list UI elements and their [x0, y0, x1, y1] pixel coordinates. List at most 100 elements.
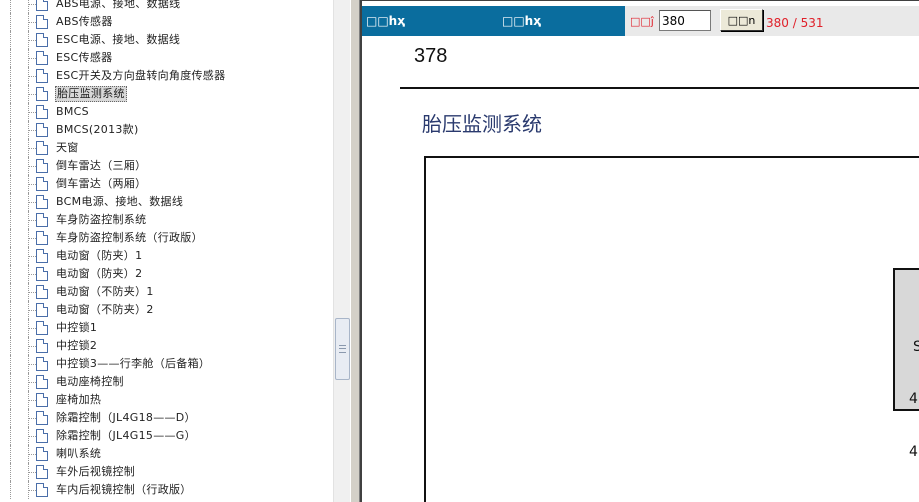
tree-item-label[interactable]: BCM电源、接地、数据线	[56, 195, 183, 209]
tree-item-label[interactable]: 中控锁3——行李舱（后备箱）	[56, 357, 210, 371]
tree-item[interactable]: 中控锁1	[0, 319, 333, 337]
tree-item[interactable]: 电动窗（防夹）2	[0, 265, 333, 283]
tree-connector	[10, 301, 11, 319]
tree-item-label[interactable]: 电动窗（防夹）1	[56, 249, 142, 263]
document-icon	[36, 51, 48, 65]
tree-item[interactable]: 喇叭系统	[0, 445, 333, 463]
tree-connector	[29, 22, 36, 23]
document-tree: ABS电源、接地、数据线 ABS传感器 ESC电源、接地、数据线 ESC传感器 ESC开…	[0, 0, 333, 499]
tree-item[interactable]: ESC开关及方向盘转向角度传感器	[0, 67, 333, 85]
tree-item[interactable]: BMCS	[0, 103, 333, 121]
go-button[interactable]: □□n	[720, 9, 763, 31]
tree-item-label[interactable]: 倒车雷达（两厢）	[56, 177, 146, 191]
tree-item-label[interactable]: 车内后视镜控制（行政版）	[56, 483, 192, 497]
tree-item[interactable]: BCM电源、接地、数据线	[0, 193, 333, 211]
header-rule	[400, 87, 919, 89]
tree-connector	[10, 283, 11, 301]
tree-item[interactable]: ESC传感器	[0, 49, 333, 67]
tree-item[interactable]: 倒车雷达（两厢）	[0, 175, 333, 193]
tree-item[interactable]: 中控锁2	[0, 337, 333, 355]
document-icon	[36, 177, 48, 191]
tree-item-label[interactable]: 电动窗（不防夹）2	[56, 303, 154, 317]
tree-item-label[interactable]: 倒车雷达（三厢）	[56, 159, 146, 173]
page-jump-area: □□ĵ □□n 380 / 531	[625, 6, 919, 36]
tree-connector	[10, 445, 11, 463]
tree-item-label[interactable]: 车外后视镜控制	[56, 465, 135, 479]
tree-item-label[interactable]: BMCS	[56, 105, 89, 119]
tree-item-label[interactable]: 电动窗（不防夹）1	[56, 285, 154, 299]
tree-item[interactable]: 电动窗（不防夹）1	[0, 283, 333, 301]
tree-item[interactable]: 中控锁3——行李舱（后备箱）	[0, 355, 333, 373]
tree-connector	[10, 211, 11, 229]
tree-item-label[interactable]: BMCS(2013款)	[56, 123, 139, 137]
tree-connector	[10, 67, 11, 85]
tree-item-label[interactable]: 胎压监测系统	[55, 86, 127, 102]
pane-splitter[interactable]	[350, 0, 360, 502]
tree-item[interactable]: 电动窗（防夹）1	[0, 247, 333, 265]
tree-item-label[interactable]: 中控锁1	[56, 321, 97, 335]
document-icon	[36, 141, 48, 155]
tree-item[interactable]: 座椅加热	[0, 391, 333, 409]
tree-connector	[10, 49, 11, 67]
tree-item-label[interactable]: ESC开关及方向盘转向角度传感器	[56, 69, 225, 83]
tree-item[interactable]: 除霜控制（JL4G18——D）	[0, 409, 333, 427]
scroll-thumb[interactable]	[335, 318, 350, 380]
tree-connector	[10, 139, 11, 157]
tree-item-label[interactable]: ABS传感器	[56, 15, 113, 29]
tree-connector	[29, 112, 36, 113]
tree-item[interactable]: ABS传感器	[0, 13, 333, 31]
nav-bar: □□hҳ □□hҳ	[362, 6, 625, 36]
tree-item[interactable]: 车身防盗控制系统	[0, 211, 333, 229]
tree-connector	[28, 0, 29, 13]
tree-connector	[29, 202, 36, 203]
tree-item[interactable]: 天窗	[0, 139, 333, 157]
document-icon	[36, 303, 48, 317]
tree-pane: ABS电源、接地、数据线 ABS传感器 ESC电源、接地、数据线 ESC传感器 ESC开…	[0, 0, 333, 502]
tree-connector	[29, 220, 36, 221]
tree-connector	[29, 454, 36, 455]
tree-connector	[10, 103, 11, 121]
next-page-link[interactable]: □□hҳ	[502, 14, 541, 28]
tree-connector	[29, 4, 36, 5]
tree-item[interactable]: 电动座椅控制	[0, 373, 333, 391]
tree-item-label[interactable]: 除霜控制（JL4G18——D）	[56, 411, 196, 425]
tree-item-label[interactable]: 喇叭系统	[56, 447, 101, 461]
tree-item[interactable]: 电动窗（不防夹）2	[0, 301, 333, 319]
tree-item-label[interactable]: ABS电源、接地、数据线	[56, 0, 180, 11]
tree-item[interactable]: 除霜控制（JL4G15——G）	[0, 427, 333, 445]
tree-connector	[10, 427, 11, 445]
tree-item[interactable]: BMCS(2013款)	[0, 121, 333, 139]
tree-connector	[10, 85, 11, 103]
tree-item[interactable]: 车身防盗控制系统（行政版）	[0, 229, 333, 247]
tree-item[interactable]: ABS电源、接地、数据线	[0, 0, 333, 13]
tree-connector	[29, 184, 36, 185]
tree-connector	[29, 472, 36, 473]
tree-connector	[29, 94, 36, 95]
tree-item-label[interactable]: ESC传感器	[56, 51, 112, 65]
tree-item[interactable]: ESC电源、接地、数据线	[0, 31, 333, 49]
document-icon	[36, 87, 48, 101]
document-icon	[36, 393, 48, 407]
tree-connector	[29, 274, 36, 275]
tree-item[interactable]: 车内后视镜控制（行政版）	[0, 481, 333, 499]
tree-item[interactable]: 倒车雷达（三厢）	[0, 157, 333, 175]
tree-item-label[interactable]: 座椅加热	[56, 393, 101, 407]
tree-item-label[interactable]: ESC电源、接地、数据线	[56, 33, 180, 47]
tree-item-label[interactable]: 电动座椅控制	[56, 375, 124, 389]
tree-item-label[interactable]: 车身防盗控制系统	[56, 213, 146, 227]
document-icon	[36, 339, 48, 353]
tree-item[interactable]: 车外后视镜控制	[0, 463, 333, 481]
tree-scrollbar[interactable]	[333, 0, 350, 502]
tree-item-label[interactable]: 电动窗（防夹）2	[56, 267, 142, 281]
tree-item-label[interactable]: 除霜控制（JL4G15——G）	[56, 429, 196, 443]
prev-page-link[interactable]: □□hҳ	[366, 14, 405, 28]
tree-item-label[interactable]: 车身防盗控制系统（行政版）	[56, 231, 203, 245]
tree-item-label[interactable]: 中控锁2	[56, 339, 97, 353]
tree-connector	[10, 463, 11, 481]
tree-connector	[29, 400, 36, 401]
document-icon	[36, 357, 48, 371]
tree-item-label[interactable]: 天窗	[56, 141, 79, 155]
page-number-input[interactable]	[659, 10, 711, 31]
tree-item[interactable]: 胎压监测系统	[0, 85, 333, 103]
document-icon	[36, 159, 48, 173]
